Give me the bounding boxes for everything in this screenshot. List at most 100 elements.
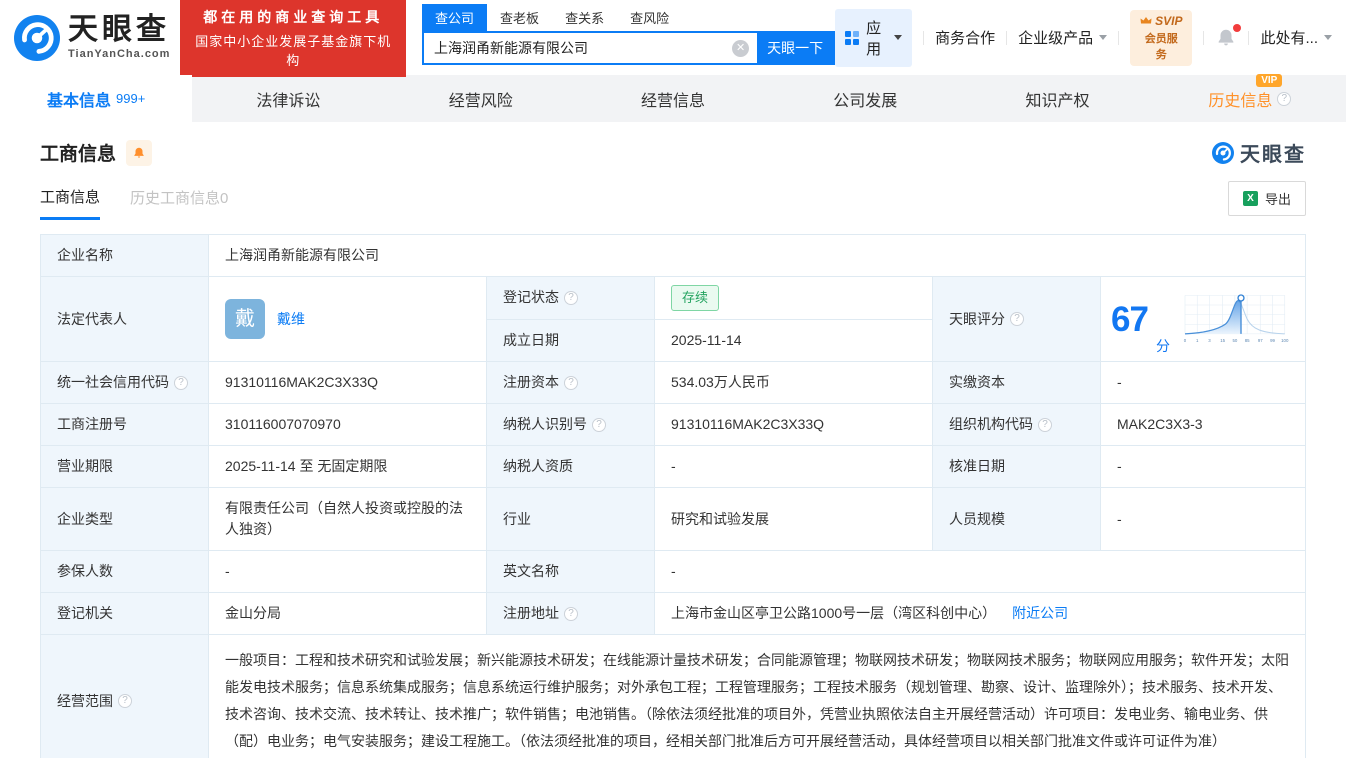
help-icon[interactable] <box>1277 92 1291 106</box>
divider <box>1118 31 1119 45</box>
reg-number-value: 310116007070970 <box>209 404 487 445</box>
help-icon[interactable] <box>564 291 578 305</box>
tab-operating-risk[interactable]: 经营风险 <box>385 75 577 122</box>
tab-label: 历史信息 <box>1208 93 1272 110</box>
field-label: 成立日期 <box>487 320 655 362</box>
search-input[interactable] <box>424 40 732 56</box>
business-coop-link[interactable]: 商务合作 <box>935 27 995 48</box>
logo-text: 天眼查 TianYanCha.com <box>68 15 170 60</box>
subtab-history-business-info[interactable]: 历史工商信息0 <box>130 187 228 218</box>
notification-dot <box>1233 24 1241 32</box>
field-label: 工商注册号 <box>41 404 209 445</box>
field-label: 注册地址 <box>487 593 655 634</box>
score-distribution-chart: 0 1 3 15 50 85 97 99 100 <box>1178 290 1290 348</box>
help-icon[interactable] <box>118 694 132 708</box>
row-business-term: 营业期限 2025-11-14 至 无固定期限 纳税人资质 - 核准日期 - <box>41 446 1305 488</box>
row-company-name: 企业名称 上海润甬新能源有限公司 <box>41 235 1305 277</box>
search-tab-company[interactable]: 查公司 <box>422 4 487 31</box>
promo-line2: 国家中小企业发展子基金旗下机构 <box>190 31 396 69</box>
legal-rep-cell: 戴 戴维 <box>209 277 487 361</box>
chevron-down-icon <box>894 35 902 40</box>
search-tab-boss[interactable]: 查老板 <box>487 4 552 31</box>
paid-capital-value: - <box>1101 362 1305 403</box>
search-tab-relation[interactable]: 查关系 <box>552 4 617 31</box>
tab-history-info[interactable]: 历史信息 VIP <box>1154 75 1346 122</box>
user-name: 此处有... <box>1260 27 1318 48</box>
status-date-stack: 登记状态 存续 成立日期 2025-11-14 <box>487 277 933 361</box>
field-label: 经营范围 <box>41 635 209 758</box>
tab-basic-info[interactable]: 基本信息 999+ <box>0 75 192 122</box>
subtab-business-info[interactable]: 工商信息 <box>40 186 100 220</box>
help-icon[interactable] <box>564 607 578 621</box>
field-label: 参保人数 <box>41 551 209 592</box>
tab-label: 法律诉讼 <box>256 87 320 111</box>
svip-label: SVIP <box>1155 14 1182 28</box>
status-badge: 存续 <box>671 285 719 311</box>
clear-search-icon[interactable] <box>732 40 749 57</box>
svg-text:3: 3 <box>1208 338 1211 343</box>
tab-label: 公司发展 <box>833 87 897 111</box>
legal-rep-link[interactable]: 戴维 <box>277 309 305 330</box>
org-code-value: MAK2C3X3-3 <box>1101 404 1305 445</box>
subtabs-row: 工商信息 历史工商信息0 导出 <box>40 181 1306 224</box>
subrow-est-date: 成立日期 2025-11-14 <box>487 320 933 362</box>
tab-intellectual-property[interactable]: 知识产权 <box>961 75 1153 122</box>
help-icon[interactable] <box>592 418 606 432</box>
section-header: 工商信息 天眼查 <box>40 138 1306 167</box>
tab-operating-info[interactable]: 经营信息 <box>577 75 769 122</box>
help-icon[interactable] <box>564 376 578 390</box>
row-reg-number: 工商注册号 310116007070970 纳税人识别号 91310116MAK… <box>41 404 1305 446</box>
svip-member-badge[interactable]: SVIP 会员服务 <box>1130 10 1192 66</box>
english-name-value: - <box>655 551 1305 592</box>
help-icon[interactable] <box>1038 418 1052 432</box>
help-icon[interactable] <box>174 376 188 390</box>
main-content: 工商信息 天眼查 工商信息 历史工商信息0 导出 <box>0 138 1346 758</box>
staff-size-value: - <box>1101 488 1305 550</box>
field-label: 法定代表人 <box>41 277 209 361</box>
excel-icon <box>1243 191 1258 206</box>
subscribe-bell-button[interactable] <box>126 140 152 166</box>
nearby-companies-link[interactable]: 附近公司 <box>1012 603 1068 624</box>
promo-line1: 都在用的商业查询工具 <box>190 7 396 27</box>
apps-menu[interactable]: 应用 <box>835 9 912 67</box>
field-label: 组织机构代码 <box>933 404 1101 445</box>
field-label: 登记状态 <box>487 277 655 319</box>
export-button[interactable]: 导出 <box>1228 181 1306 216</box>
field-label: 英文名称 <box>487 551 655 592</box>
search-block: 查公司 查老板 查关系 查风险 天眼一下 <box>422 4 835 65</box>
search-tab-risk[interactable]: 查风险 <box>617 4 682 31</box>
field-label: 天眼评分 <box>933 277 1101 361</box>
logo-domain-text: TianYanCha.com <box>68 48 170 60</box>
tab-legal-proceedings[interactable]: 法律诉讼 <box>192 75 384 122</box>
search-button[interactable]: 天眼一下 <box>757 31 833 65</box>
field-label: 纳税人识别号 <box>487 404 655 445</box>
enterprise-products-menu[interactable]: 企业级产品 <box>1018 27 1107 48</box>
svg-text:15: 15 <box>1220 338 1225 343</box>
tab-label: 经营风险 <box>449 87 513 111</box>
field-label: 核准日期 <box>933 446 1101 487</box>
apps-grid-icon <box>845 31 859 45</box>
user-menu[interactable]: 此处有... <box>1260 27 1332 48</box>
count-badge: 999+ <box>116 91 145 106</box>
notifications-bell[interactable] <box>1215 27 1237 49</box>
tab-company-development[interactable]: 公司发展 <box>769 75 961 122</box>
promo-banner: 都在用的商业查询工具 国家中小企业发展子基金旗下机构 <box>180 0 406 77</box>
help-icon[interactable] <box>1010 312 1024 326</box>
search-tabs: 查公司 查老板 查关系 查风险 <box>422 4 835 31</box>
tianyancha-logo-icon <box>14 15 60 61</box>
export-label: 导出 <box>1265 189 1291 208</box>
business-scope-value: 一般项目：工程和技术研究和试验发展；新兴能源技术研发；在线能源计量技术研发；合同… <box>209 635 1305 758</box>
svg-text:1: 1 <box>1196 338 1199 343</box>
tianyancha-logo[interactable]: 天眼查 TianYanCha.com <box>14 15 170 61</box>
svg-text:85: 85 <box>1245 338 1250 343</box>
chevron-down-icon <box>1324 35 1332 40</box>
field-label: 行业 <box>487 488 655 550</box>
divider <box>923 31 924 45</box>
field-label: 实缴资本 <box>933 362 1101 403</box>
logo-brand-text: 天眼查 <box>68 15 170 45</box>
field-label: 企业类型 <box>41 488 209 550</box>
row-reg-authority: 登记机关 金山分局 注册地址 上海市金山区亭卫公路1000号一层（湾区科创中心）… <box>41 593 1305 635</box>
row-insured-count: 参保人数 - 英文名称 - <box>41 551 1305 593</box>
row-credit-code: 统一社会信用代码 91310116MAK2C3X33Q 注册资本 534.03万… <box>41 362 1305 404</box>
legal-rep-avatar[interactable]: 戴 <box>225 299 265 339</box>
